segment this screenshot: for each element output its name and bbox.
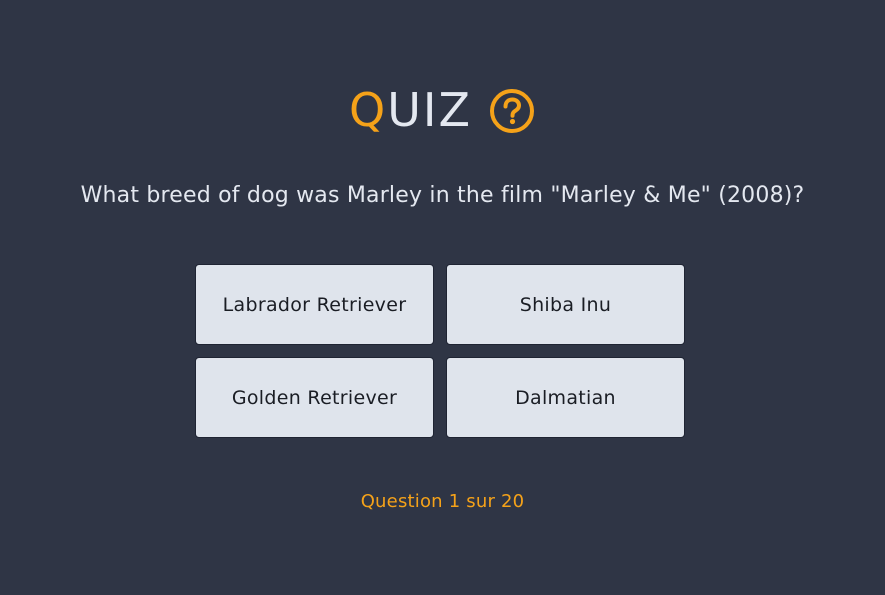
quiz-question: What breed of dog was Marley in the film… — [80, 183, 805, 208]
answer-button-1[interactable]: Labrador Retriever — [195, 264, 434, 345]
quiz-title-rest: UIZ — [387, 83, 472, 137]
answer-grid: Labrador Retriever Shiba Inu Golden Retr… — [195, 264, 685, 438]
answer-button-3[interactable]: Golden Retriever — [195, 357, 434, 438]
quiz-title-first-letter: Q — [349, 83, 388, 137]
answer-button-2[interactable]: Shiba Inu — [446, 264, 685, 345]
question-counter: Question 1 sur 20 — [360, 491, 525, 512]
question-circle-icon — [488, 87, 536, 135]
quiz-title-text: QUIZ — [349, 80, 472, 140]
quiz-title: QUIZ — [0, 80, 885, 140]
answer-button-4[interactable]: Dalmatian — [446, 357, 685, 438]
